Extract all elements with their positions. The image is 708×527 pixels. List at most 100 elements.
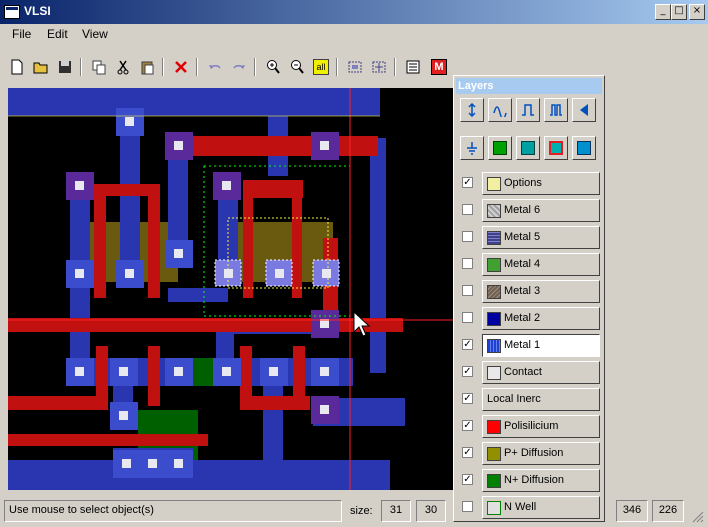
- metal-view-icon[interactable]: M: [428, 56, 450, 78]
- arrow-left-icon[interactable]: [572, 98, 596, 122]
- layer-checkbox-metal2[interactable]: [462, 312, 473, 323]
- maximize-button[interactable]: □: [671, 4, 687, 20]
- layer-checkbox-p-diffusion[interactable]: ✓: [462, 447, 473, 458]
- layers-panel: Layers ✓ Options Metal 6 Metal 5 Metal 4…: [453, 75, 605, 522]
- poly-wire: [8, 434, 208, 446]
- layer-label: Metal 5: [504, 231, 541, 243]
- pmos-icon[interactable]: [516, 136, 540, 160]
- layer-button-local-inerc[interactable]: Local Inerc: [482, 388, 600, 411]
- poly-wire: [292, 180, 302, 298]
- layer-button-options[interactable]: Options: [482, 172, 600, 195]
- zoom-in-icon[interactable]: [262, 56, 284, 78]
- menu-file[interactable]: File: [12, 27, 31, 41]
- poly-wire: [178, 136, 378, 156]
- double-pulse-icon[interactable]: [544, 98, 568, 122]
- poly-wire: [148, 346, 160, 406]
- cell-icon[interactable]: [544, 136, 568, 160]
- nmos-icon[interactable]: [488, 136, 512, 160]
- layer-button-metal6[interactable]: Metal 6: [482, 199, 600, 222]
- layer-label: Contact: [504, 366, 542, 378]
- layer-swatch: [487, 474, 501, 488]
- layer-row-metal6: Metal 6: [454, 199, 606, 223]
- metal1-wire: [263, 378, 283, 460]
- redo-icon[interactable]: [228, 56, 250, 78]
- layer-checkbox-polisilicium[interactable]: ✓: [462, 420, 473, 431]
- layer-button-metal3[interactable]: Metal 3: [482, 280, 600, 303]
- layer-checkbox-metal3[interactable]: [462, 285, 473, 296]
- poly-wire: [94, 184, 106, 298]
- layer-button-p-diffusion[interactable]: P+ Diffusion: [482, 442, 600, 465]
- select-move-icon[interactable]: [368, 56, 390, 78]
- layer-swatch: [487, 339, 501, 353]
- zoom-out-icon[interactable]: [286, 56, 308, 78]
- status-bar: Use mouse to select object(s) size: 31 3…: [0, 497, 708, 527]
- window-title: VLSI: [24, 4, 51, 18]
- resize-grip-icon[interactable]: [690, 509, 704, 523]
- layer-checkbox-metal5[interactable]: [462, 231, 473, 242]
- layer-checkbox-metal4[interactable]: [462, 258, 473, 269]
- layer-button-metal1[interactable]: Metal 1: [482, 334, 600, 357]
- ground-icon[interactable]: [460, 136, 484, 160]
- cursor-x: 346: [616, 500, 648, 522]
- layer-swatch: [487, 420, 501, 434]
- layout-canvas[interactable]: [8, 88, 455, 490]
- open-folder-icon[interactable]: [30, 56, 52, 78]
- zoom-all-icon[interactable]: all: [310, 56, 332, 78]
- layer-label: Polisilicium: [504, 420, 559, 432]
- layer-label: Metal 6: [504, 204, 541, 216]
- layer-row-p-diffusion: ✓ P+ Diffusion: [454, 442, 606, 466]
- size-width: 31: [381, 500, 411, 522]
- layer-checkbox-local-inerc[interactable]: ✓: [462, 393, 473, 404]
- delete-icon[interactable]: [170, 56, 192, 78]
- undo-icon[interactable]: [204, 56, 226, 78]
- wire-icon[interactable]: [488, 98, 512, 122]
- layer-button-polisilicium[interactable]: Polisilicium: [482, 415, 600, 438]
- layer-checkbox-metal6[interactable]: [462, 204, 473, 215]
- via-icon[interactable]: [460, 98, 484, 122]
- layer-checkbox-n-diffusion[interactable]: ✓: [462, 474, 473, 485]
- layer-label: Metal 2: [504, 312, 541, 324]
- layer-row-metal3: Metal 3: [454, 280, 606, 304]
- layer-button-contact[interactable]: Contact: [482, 361, 600, 384]
- menu-view[interactable]: View: [82, 27, 108, 41]
- layer-row-local-inerc: ✓ Local Inerc: [454, 388, 606, 412]
- minimize-button[interactable]: _: [655, 4, 671, 20]
- layer-button-metal2[interactable]: Metal 2: [482, 307, 600, 330]
- layer-swatch: [487, 312, 501, 326]
- metal1-wire: [168, 288, 228, 302]
- new-file-icon[interactable]: [6, 56, 28, 78]
- save-icon[interactable]: [54, 56, 76, 78]
- cut-icon[interactable]: [112, 56, 134, 78]
- metal-view-label: M: [431, 59, 447, 75]
- layer-label: P+ Diffusion: [504, 447, 564, 459]
- layer-label: Metal 4: [504, 258, 541, 270]
- paste-icon[interactable]: [136, 56, 158, 78]
- poly-wire: [243, 180, 253, 298]
- status-message: Use mouse to select object(s): [4, 500, 342, 522]
- layer-swatch: [487, 447, 501, 461]
- contact-tool-icon[interactable]: [572, 136, 596, 160]
- layer-checkbox-options[interactable]: ✓: [462, 177, 473, 188]
- layer-checkbox-metal1[interactable]: ✓: [462, 339, 473, 350]
- layer-checkbox-contact[interactable]: ✓: [462, 366, 473, 377]
- close-button[interactable]: ×: [689, 4, 705, 20]
- layer-swatch: [487, 231, 501, 245]
- poly-wire: [148, 184, 160, 298]
- pulse-icon[interactable]: [516, 98, 540, 122]
- toolbar: all M: [0, 52, 460, 82]
- cursor-y: 226: [652, 500, 684, 522]
- size-label: size:: [350, 505, 373, 517]
- poly-wire: [240, 396, 310, 410]
- size-height: 30: [416, 500, 446, 522]
- copy-icon[interactable]: [88, 56, 110, 78]
- layer-swatch: [487, 366, 501, 380]
- layer-button-metal5[interactable]: Metal 5: [482, 226, 600, 249]
- poly-wire: [96, 346, 108, 406]
- layer-label: N+ Diffusion: [504, 474, 565, 486]
- layer-button-metal4[interactable]: Metal 4: [482, 253, 600, 276]
- menu-edit[interactable]: Edit: [47, 27, 68, 41]
- layer-button-n-diffusion[interactable]: N+ Diffusion: [482, 469, 600, 492]
- list-view-icon[interactable]: [402, 56, 424, 78]
- select-region-icon[interactable]: [344, 56, 366, 78]
- poly-wire: [8, 396, 108, 410]
